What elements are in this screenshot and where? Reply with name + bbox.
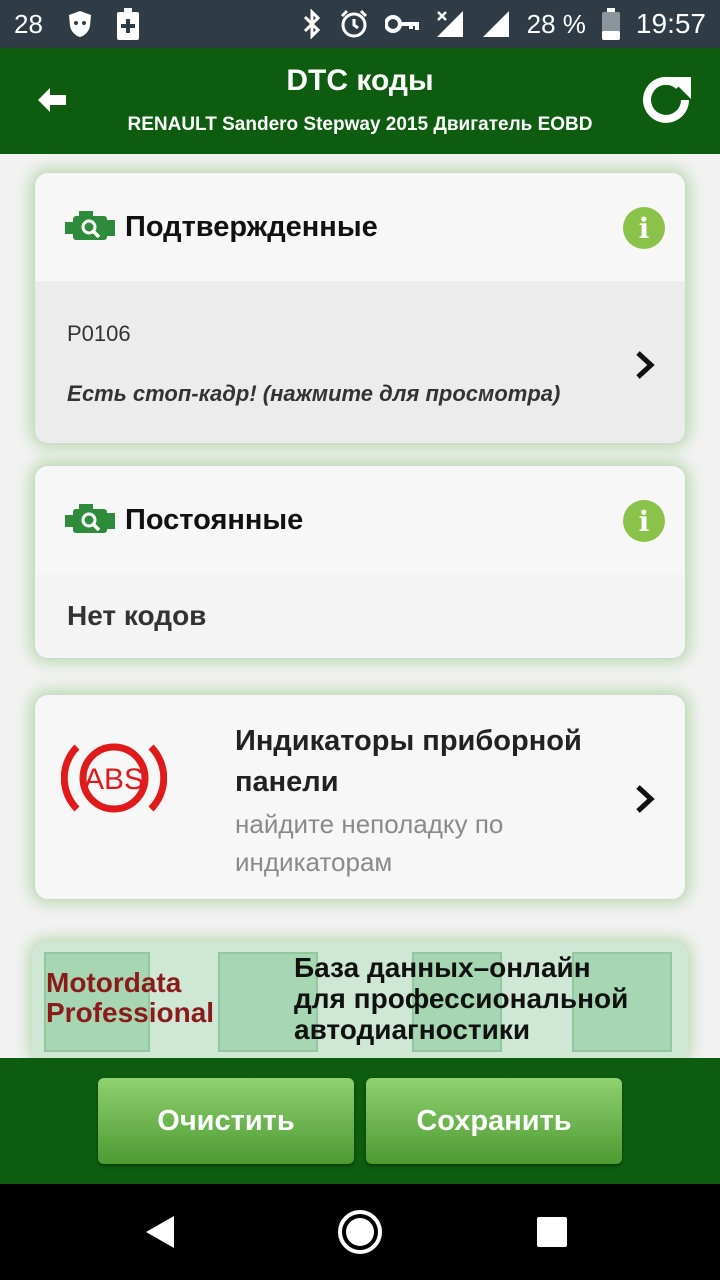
check-engine-icon bbox=[65, 504, 115, 533]
nav-back-button[interactable] bbox=[136, 1208, 184, 1256]
abs-warning-icon: ABS bbox=[61, 743, 167, 813]
circle-home-icon bbox=[338, 1210, 382, 1254]
motordata-ad-banner[interactable]: Motordata Professional База данных–онлай… bbox=[32, 942, 688, 1058]
signal-x-icon bbox=[435, 9, 465, 39]
status-bar: 28 28 % 19:57 bbox=[0, 0, 720, 48]
nav-recents-button[interactable] bbox=[528, 1208, 576, 1256]
indicators-subtitle: найдите неполадку по индикаторам bbox=[235, 809, 504, 877]
banner-text-line3: автодиагностики bbox=[294, 1014, 531, 1045]
confirmed-title: Подтвержденные bbox=[125, 210, 378, 243]
signal-icon bbox=[481, 9, 511, 39]
no-codes-text: Нет кодов bbox=[67, 600, 207, 631]
permanent-header: Постоянные i bbox=[35, 466, 685, 574]
banner-text-line2: для профессиональной bbox=[294, 983, 629, 1014]
info-icon[interactable]: i bbox=[623, 207, 665, 249]
dashboard-indicators-card[interactable]: ABS Индикаторы приборной панели найдите … bbox=[34, 694, 686, 900]
banner-text-line1: База данных–онлайн bbox=[294, 952, 591, 983]
vehicle-subtitle: RENAULT Sandero Stepway 2015 Двигатель E… bbox=[127, 114, 593, 135]
notification-count: 28 bbox=[14, 8, 43, 39]
page-title: DTC коды bbox=[286, 64, 434, 97]
vpn-key-icon bbox=[384, 14, 419, 34]
check-engine-icon bbox=[65, 211, 115, 240]
banner-logo-line2: Professional bbox=[46, 997, 215, 1028]
action-bar: Очистить Сохранить bbox=[0, 1058, 720, 1184]
abs-icon-text: ABS bbox=[84, 763, 144, 796]
dtc-content: Подтвержденные i P0106 Есть стоп-кадр! (… bbox=[0, 154, 720, 1058]
confirmed-code-row[interactable]: P0106 Есть стоп-кадр! (нажмите для просм… bbox=[35, 281, 685, 443]
shield-cat-icon bbox=[65, 9, 95, 39]
clear-button[interactable]: Очистить bbox=[98, 1078, 354, 1164]
square-recents-icon bbox=[537, 1217, 567, 1247]
banner-logo-line1: Motordata bbox=[46, 967, 182, 998]
triangle-back-icon bbox=[146, 1216, 174, 1248]
nav-home-button[interactable] bbox=[336, 1208, 384, 1256]
confirmed-header: Подтвержденные i bbox=[35, 173, 685, 281]
info-icon[interactable]: i bbox=[623, 500, 665, 542]
system-nav-bar bbox=[0, 1184, 720, 1280]
freeze-frame-note: Есть стоп-кадр! (нажмите для просмотра) bbox=[67, 381, 561, 406]
permanent-body: Нет кодов bbox=[35, 574, 685, 658]
app-bar: DTC коды RENAULT Sandero Stepway 2015 Дв… bbox=[0, 48, 720, 154]
indicators-title: Индикаторы приборной панели bbox=[235, 725, 582, 798]
chevron-right-icon bbox=[636, 785, 655, 813]
save-button[interactable]: Сохранить bbox=[366, 1078, 622, 1164]
bluetooth-icon bbox=[301, 9, 323, 39]
chevron-right-icon bbox=[636, 351, 655, 379]
battery-plus-icon bbox=[116, 8, 139, 40]
clock: 19:57 bbox=[635, 8, 706, 39]
refresh-icon bbox=[643, 76, 691, 123]
refresh-button[interactable] bbox=[636, 70, 696, 130]
battery-percent: 28 % bbox=[526, 8, 586, 39]
confirmed-codes-card: Подтвержденные i P0106 Есть стоп-кадр! (… bbox=[34, 172, 686, 444]
banner-logo: Motordata Professional bbox=[46, 968, 214, 1028]
dtc-code: P0106 bbox=[67, 321, 131, 346]
permanent-codes-card: Постоянные i Нет кодов bbox=[34, 465, 686, 659]
banner-text: База данных–онлайн для профессиональной … bbox=[294, 952, 628, 1045]
permanent-title: Постоянные bbox=[125, 503, 304, 536]
alarm-icon bbox=[339, 9, 369, 39]
battery-icon bbox=[601, 8, 620, 40]
